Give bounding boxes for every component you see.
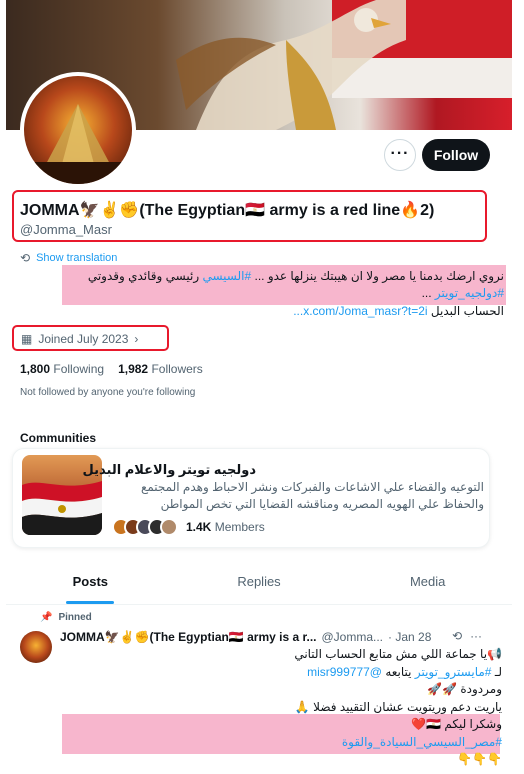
members-label: Members bbox=[214, 520, 265, 534]
tab-replies[interactable]: Replies bbox=[175, 565, 344, 604]
mention-link[interactable]: @misr999777 bbox=[307, 665, 382, 679]
bio-text: الحساب البديل bbox=[427, 304, 504, 318]
community-members: 1.4K Members bbox=[112, 518, 265, 536]
post-text: 📢يا جماعة اللي مش متابع الحساب التاني لـ… bbox=[72, 646, 502, 769]
post-date[interactable]: · Jan 28 bbox=[388, 630, 431, 644]
post-line: وشكرا ليكم 🇪🇬❤️ bbox=[411, 717, 502, 731]
follow-stats: 1,800 Following 1,982 Followers bbox=[20, 362, 203, 376]
calendar-icon: ▦ bbox=[21, 332, 33, 346]
bio-text: نروي ارضك بدمنا يا مصر ولا ان هيبتك ينزل… bbox=[251, 269, 505, 283]
more-icon[interactable]: ··· bbox=[470, 629, 482, 643]
following-count: 1,800 bbox=[20, 362, 51, 376]
profile-avatar[interactable] bbox=[20, 72, 136, 188]
member-avatars bbox=[112, 518, 178, 536]
followers-count: 1,982 bbox=[118, 362, 149, 376]
tab-posts[interactable]: Posts bbox=[6, 565, 175, 604]
hashtag-link[interactable]: #مصر_السيسي_السيادة_والقوة bbox=[72, 734, 502, 752]
post-author-handle[interactable]: @Jomma... bbox=[321, 630, 383, 644]
user-handle: @Jomma_Masr bbox=[20, 222, 112, 237]
more-options-button[interactable]: ··· bbox=[384, 139, 416, 171]
post-line: لـ bbox=[491, 664, 502, 679]
show-translation-link[interactable]: ⟲ Show translation bbox=[20, 251, 117, 265]
pinned-label: 📌 Pinned bbox=[40, 612, 92, 623]
post-author-name[interactable]: JOMMA🦅✌️✊(The Egyptian🇪🇬 army is a r... bbox=[60, 630, 316, 644]
profile-bio: نروي ارضك بدمنا يا مصر ولا ان هيبتك ينزل… bbox=[54, 268, 504, 302]
followers-label: Followers bbox=[151, 362, 203, 376]
translate-icon: ⟲ bbox=[20, 251, 31, 265]
follow-button[interactable]: Follow bbox=[422, 139, 490, 171]
hashtag-link[interactable]: #السيسي bbox=[202, 269, 251, 283]
profile-tabs: Posts Replies Media bbox=[6, 565, 512, 605]
post-line: ومردودة 🚀🚀 bbox=[427, 682, 502, 696]
post-line: يتابعه bbox=[381, 664, 415, 679]
joined-date[interactable]: ▦ Joined July 2023 › bbox=[21, 332, 138, 346]
joined-label: Joined July 2023 bbox=[38, 332, 129, 346]
bio-alt-account: الحساب البديل x.com/Joma_masr?t=2i... bbox=[293, 304, 504, 318]
post-line: 📢يا جماعة اللي مش متابع الحساب التاني bbox=[294, 647, 502, 661]
grok-icon[interactable]: ⟲ bbox=[452, 629, 462, 643]
hashtag-link[interactable]: #مايسترو_تويتر bbox=[415, 665, 492, 679]
post-line: 👇👇👇 bbox=[457, 752, 502, 766]
post-line: ياريت دعم وريتويت عشان التقييد فضلا 🙏 bbox=[294, 699, 502, 714]
pin-icon: 📌 bbox=[40, 612, 53, 623]
not-followed-note: Not followed by anyone you're following bbox=[20, 387, 196, 398]
members-count: 1.4K bbox=[186, 520, 212, 534]
show-translation-label: Show translation bbox=[36, 252, 118, 264]
communities-title: Communities bbox=[20, 431, 97, 445]
tab-media[interactable]: Media bbox=[343, 565, 512, 604]
bio-text: رئيسي وقائدي وقدوتي bbox=[87, 269, 203, 283]
post-header: JOMMA🦅✌️✊(The Egyptian🇪🇬 army is a r... … bbox=[60, 630, 431, 644]
following-link[interactable]: 1,800 Following bbox=[20, 362, 104, 376]
avatar bbox=[160, 518, 178, 536]
community-name[interactable]: دولجيه تويتر والاعلام البديل bbox=[83, 462, 256, 478]
following-label: Following bbox=[53, 362, 105, 376]
chevron-right-icon: › bbox=[134, 332, 139, 346]
post-avatar[interactable] bbox=[20, 631, 52, 663]
hashtag-link[interactable]: #دولجيه_تويتر bbox=[435, 286, 504, 300]
eagle-icon bbox=[176, 0, 406, 130]
display-name: JOMMA🦅✌️✊(The Egyptian🇪🇬 army is a red l… bbox=[20, 202, 435, 219]
bio-text: ... bbox=[421, 286, 435, 300]
bio-url-link[interactable]: x.com/Joma_masr?t=2i... bbox=[293, 304, 427, 318]
community-description: التوعيه والقضاء علي الاشاعات والفبركات و… bbox=[140, 480, 484, 511]
post-actions: ⟲ ··· bbox=[452, 629, 482, 643]
pinned-text: Pinned bbox=[58, 612, 92, 623]
followers-link[interactable]: 1,982 Followers bbox=[118, 362, 203, 376]
pyramid-icon bbox=[24, 104, 132, 184]
